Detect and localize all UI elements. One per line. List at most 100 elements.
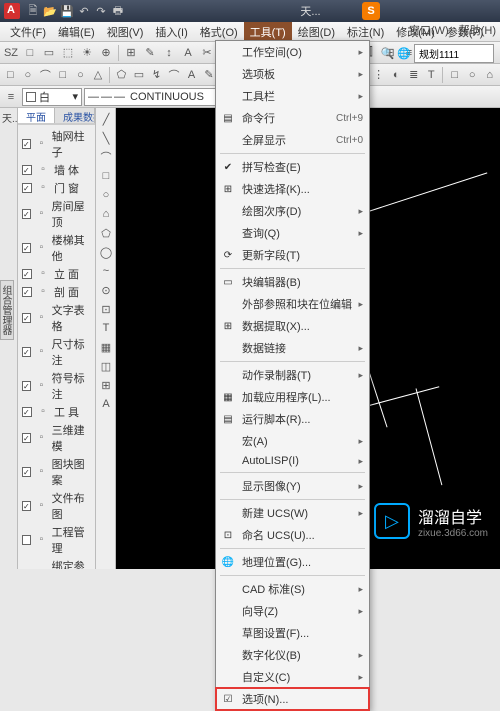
toolbar-button[interactable]: ○ — [20, 66, 37, 84]
menu-item[interactable]: ▤运行脚本(R)... — [216, 408, 369, 430]
menu-item[interactable]: AutoLISP(I) — [216, 452, 369, 470]
toc-item[interactable]: ▫墙 体 — [18, 161, 95, 179]
menu-view[interactable]: 视图(V) — [101, 22, 150, 42]
menu-format[interactable]: 格式(O) — [194, 22, 244, 42]
checkbox-icon[interactable] — [22, 313, 31, 323]
draw-tool-button[interactable]: A — [97, 395, 115, 413]
search-icon[interactable]: 🔍 — [381, 47, 395, 60]
toolbar-button[interactable]: ⌒ — [166, 66, 183, 84]
toolbar-button[interactable]: ⬚ — [59, 44, 77, 62]
menu-item[interactable]: CAD 标准(S) — [216, 578, 369, 600]
sidebar-vertical-label[interactable]: 组合管理器 — [0, 280, 14, 340]
menu-dim[interactable]: 标注(N) — [341, 22, 390, 42]
qat-print-icon[interactable]: 🖶 — [111, 4, 125, 18]
menu-item[interactable]: ▭块编辑器(B) — [216, 271, 369, 293]
menu-item[interactable]: 显示图像(Y) — [216, 475, 369, 497]
menu-item[interactable]: 工具栏 — [216, 85, 369, 107]
menu-item[interactable]: 动作录制器(T) — [216, 364, 369, 386]
menu-item[interactable]: 外部参照和块在位编辑 — [216, 293, 369, 315]
toc-item[interactable]: ▫文件布图 — [18, 489, 95, 523]
menu-item[interactable]: 绘图次序(D) — [216, 200, 369, 222]
draw-tool-button[interactable]: ○ — [97, 186, 115, 204]
toc-item[interactable]: ▫文字表格 — [18, 301, 95, 335]
draw-tool-button[interactable]: □ — [97, 167, 115, 185]
toc-item[interactable]: ▫房间屋顶 — [18, 197, 95, 231]
layer-props-icon[interactable]: ≡ — [2, 88, 20, 106]
draw-tool-button[interactable]: ~ — [97, 262, 115, 280]
qat-save-icon[interactable]: 💾 — [60, 4, 74, 18]
toolbar-button[interactable]: △ — [90, 66, 107, 84]
toc-item[interactable]: ▫工程管理 — [18, 523, 95, 557]
menu-item[interactable]: 宏(A) — [216, 430, 369, 452]
toc-item[interactable]: ▫绑定参照 — [18, 557, 95, 569]
checkbox-icon[interactable] — [22, 433, 31, 443]
menu-item[interactable]: ⟳更新字段(T) — [216, 244, 369, 266]
draw-tool-button[interactable]: ⊞ — [97, 376, 115, 394]
linetype-combo[interactable]: ——— CONTINUOUS ▾ — [84, 88, 234, 106]
toolbar-button[interactable]: ↕ — [160, 44, 178, 62]
qat-new-icon[interactable]: 🗎 — [26, 4, 40, 18]
toc-item[interactable]: ▫楼梯其他 — [18, 231, 95, 265]
checkbox-icon[interactable] — [22, 535, 31, 545]
toc-item[interactable]: ▫工 具 — [18, 403, 95, 421]
menu-file[interactable]: 文件(F) — [4, 22, 52, 42]
menu-item[interactable]: 选项板 — [216, 63, 369, 85]
checkbox-icon[interactable] — [22, 209, 31, 219]
toolbar-button[interactable]: ○ — [72, 66, 89, 84]
checkbox-icon[interactable] — [22, 269, 32, 279]
checkbox-icon[interactable] — [22, 139, 31, 149]
menu-item[interactable]: ☑选项(N)... — [216, 688, 369, 710]
toolbar-button[interactable]: ⊕ — [97, 44, 115, 62]
draw-tool-button[interactable]: ╲ — [97, 129, 115, 147]
toc-item[interactable]: ▫尺寸标注 — [18, 335, 95, 369]
toolbar-button[interactable]: ✂ — [198, 44, 216, 62]
toolbar-button[interactable]: ▭ — [40, 44, 58, 62]
draw-tool-button[interactable]: ▦ — [97, 338, 115, 356]
menu-item[interactable]: ▦加载应用程序(L)... — [216, 386, 369, 408]
toolbar-button[interactable]: SZ — [2, 44, 20, 62]
draw-tool-button[interactable]: ⊙ — [97, 281, 115, 299]
menu-item[interactable]: ⊞快速选择(K)... — [216, 178, 369, 200]
checkbox-icon[interactable] — [22, 407, 32, 417]
toolbar-button[interactable]: □ — [446, 66, 463, 84]
toc-item[interactable]: ▫图块图案 — [18, 455, 95, 489]
toc-item[interactable]: ▫三维建模 — [18, 421, 95, 455]
toolbar-button[interactable]: ☀ — [78, 44, 96, 62]
toolbar-button[interactable]: ◐ — [388, 66, 405, 84]
tab-plan[interactable]: 平面 — [18, 108, 55, 123]
toolbar-button[interactable]: ▭ — [131, 66, 148, 84]
draw-tool-button[interactable]: ◫ — [97, 357, 115, 375]
checkbox-icon[interactable] — [22, 287, 32, 297]
checkbox-icon[interactable] — [22, 467, 31, 477]
menu-item[interactable]: 工作空间(O) — [216, 41, 369, 63]
address-input[interactable]: 规划1111 — [414, 44, 494, 63]
qat-open-icon[interactable]: 📂 — [43, 4, 57, 18]
toc-item[interactable]: ▫轴网柱子 — [18, 127, 95, 161]
color-combo[interactable]: 白 ▾ — [22, 88, 82, 106]
checkbox-icon[interactable] — [22, 381, 31, 391]
toolbar-button[interactable]: ⋮ — [370, 66, 387, 84]
checkbox-icon[interactable] — [22, 347, 31, 357]
draw-tool-button[interactable]: ◯ — [97, 243, 115, 261]
menu-item[interactable]: 向导(Z) — [216, 600, 369, 622]
toc-item[interactable]: ▫剖 面 — [18, 283, 95, 301]
menu-item[interactable]: 自定义(C) — [216, 666, 369, 688]
menu-item[interactable]: 全屏显示Ctrl+0 — [216, 129, 369, 151]
toolbar-button[interactable]: ⊞ — [122, 44, 140, 62]
menu-right-item[interactable]: 帮助(H) — [459, 22, 496, 38]
toolbar-button[interactable]: ○ — [464, 66, 481, 84]
globe-icon[interactable]: 🌐 — [397, 47, 411, 60]
toolbar-button[interactable]: ≣ — [405, 66, 422, 84]
menu-item[interactable]: ✔拼写检查(E) — [216, 156, 369, 178]
qat-redo-icon[interactable]: ↷ — [94, 4, 108, 18]
draw-tool-button[interactable]: T — [97, 319, 115, 337]
menu-item[interactable]: 新建 UCS(W) — [216, 502, 369, 524]
checkbox-icon[interactable] — [22, 243, 31, 253]
toolbar-button[interactable]: ⌒ — [37, 66, 54, 84]
qat-undo-icon[interactable]: ↶ — [77, 4, 91, 18]
checkbox-icon[interactable] — [22, 183, 32, 193]
toolbar-button[interactable]: □ — [21, 44, 39, 62]
menu-item[interactable]: 数据链接 — [216, 337, 369, 359]
menu-item[interactable]: ⊞数据提取(X)... — [216, 315, 369, 337]
draw-tool-button[interactable]: ⌒ — [97, 148, 115, 166]
